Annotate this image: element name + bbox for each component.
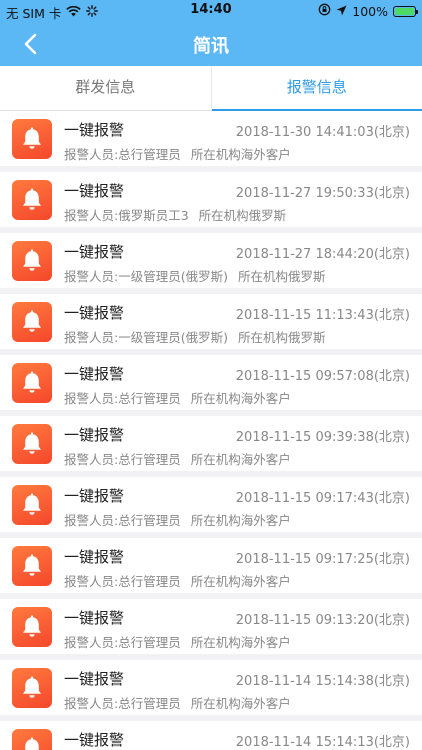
alarm-reporter: 报警人员:总行管理员 (64, 574, 181, 589)
alarm-details: 报警人员:一级管理员(俄罗斯) 所在机构俄罗斯 (64, 266, 325, 285)
status-bar: 无 SIM 卡 14:40 100% (0, 0, 422, 22)
alarm-time: 2018-11-15 09:57:08(北京) (235, 369, 410, 384)
alarm-list-item[interactable]: 一键报警 2018-11-15 09:39:38(北京) 报警人员:总行管理员 所在机… (0, 416, 422, 471)
alarm-list: 一键报警 2018-11-30 14:41:03(北京) 报警人员:总行管理员 所在机… (0, 111, 422, 750)
alarm-bell-icon (12, 729, 52, 750)
alarm-bell-icon (12, 241, 52, 281)
alarm-reporter: 报警人员:总行管理员 (64, 452, 181, 467)
alarm-title: 一键报警 (64, 182, 125, 200)
alarm-organization: 所在机构俄罗斯 (198, 208, 287, 223)
alarm-list-item[interactable]: 一键报警 2018-11-15 09:17:25(北京) 报警人员:总行管理员 所在机… (0, 538, 422, 593)
alarm-time: 2018-11-14 15:14:38(北京) (235, 674, 410, 689)
alarm-list-item[interactable]: 一键报警 2018-11-15 09:17:43(北京) 报警人员:总行管理员 所在机… (0, 477, 422, 532)
alarm-organization: 所在机构海外客户 (190, 513, 291, 528)
alarm-bell-icon (12, 302, 52, 342)
alarm-title: 一键报警 (64, 426, 125, 444)
alarm-time: 2018-11-27 18:44:20(北京) (235, 247, 410, 262)
alarm-details: 报警人员:总行管理员 所在机构海外客户 (64, 693, 291, 712)
alarm-organization: 所在机构海外客户 (190, 696, 291, 711)
alarm-time: 2018-11-14 15:14:13(北京) (235, 735, 410, 750)
alarm-details: 报警人员:一级管理员(俄罗斯) 所在机构俄罗斯 (64, 327, 325, 346)
battery-fill (395, 7, 414, 15)
alarm-details: 报警人员:总行管理员 所在机构海外客户 (64, 510, 291, 529)
alarm-details: 报警人员:总行管理员 所在机构海外客户 (64, 571, 291, 590)
location-arrow-icon (336, 4, 347, 19)
alarm-title: 一键报警 (64, 609, 125, 627)
alarm-reporter: 报警人员:总行管理员 (64, 391, 181, 406)
alarm-list-item[interactable]: 一键报警 2018-11-15 11:13:43(北京) 报警人员:一级管理员(俄罗… (0, 294, 422, 349)
alarm-list-item[interactable]: 一键报警 2018-11-14 15:14:38(北京) 报警人员:总行管理员 所在机… (0, 660, 422, 715)
alarm-reporter: 报警人员:一级管理员(俄罗斯) (64, 330, 228, 345)
alarm-reporter: 报警人员:一级管理员(俄罗斯) (64, 269, 228, 284)
alarm-bell-icon (12, 424, 52, 464)
alarm-list-item[interactable]: 一键报警2018-11-14 15:14:13(北京)报警人员:总行管理员所在机… (0, 721, 422, 750)
back-button[interactable] (14, 28, 46, 60)
alarm-organization: 所在机构海外客户 (190, 452, 291, 467)
alarm-title: 一键报警 (64, 731, 125, 749)
app-screen: 无 SIM 卡 14:40 100% 简讯 群发信息 报警信息 一键报警 201… (0, 0, 422, 750)
page-title: 简讯 (193, 36, 229, 57)
alarm-title: 一键报警 (64, 243, 125, 261)
tab-alarm-messages[interactable]: 报警信息 (210, 66, 422, 111)
battery-icon (393, 5, 418, 17)
alarm-time: 2018-11-27 19:50:33(北京) (235, 186, 410, 201)
battery-percent: 100% (352, 3, 388, 19)
alarm-organization: 所在机构海外客户 (190, 574, 291, 589)
alarm-title: 一键报警 (64, 548, 125, 566)
alarm-details: 报警人员:总行管理员 所在机构海外客户 (64, 449, 291, 468)
alarm-details: 报警人员:总行管理员 所在机构海外客户 (64, 388, 291, 407)
alarm-title: 一键报警 (64, 365, 125, 383)
orientation-lock-icon (318, 3, 331, 19)
alarm-time: 2018-11-30 14:41:03(北京) (235, 125, 410, 140)
alarm-bell-icon (12, 546, 52, 586)
alarm-title: 一键报警 (64, 670, 125, 688)
alarm-details: 报警人员:总行管理员 所在机构海外客户 (64, 144, 291, 163)
alarm-organization: 所在机构俄罗斯 (237, 330, 326, 345)
alarm-organization: 所在机构海外客户 (190, 391, 291, 406)
alarm-reporter: 报警人员:总行管理员 (64, 147, 181, 162)
alarm-bell-icon (12, 363, 52, 403)
alarm-list-item[interactable]: 一键报警 2018-11-15 09:57:08(北京) 报警人员:总行管理员 所在机… (0, 355, 422, 410)
alarm-list-item[interactable]: 一键报警 2018-11-30 14:41:03(北京) 报警人员:总行管理员 所在机… (0, 111, 422, 166)
tab-group-messages[interactable]: 群发信息 (0, 66, 211, 110)
alarm-reporter: 报警人员:总行管理员 (64, 696, 181, 711)
alarm-time: 2018-11-15 11:13:43(北京) (235, 308, 410, 323)
alarm-bell-icon (12, 607, 52, 647)
alarm-time: 2018-11-15 09:39:38(北京) (235, 430, 410, 445)
alarm-time: 2018-11-15 09:17:43(北京) (235, 491, 410, 506)
alarm-organization: 所在机构海外客户 (190, 147, 291, 162)
header: 无 SIM 卡 14:40 100% 简讯 (0, 0, 422, 66)
alarm-time: 2018-11-15 09:17:25(北京) (235, 552, 410, 567)
navbar: 简讯 (0, 22, 422, 66)
alarm-title: 一键报警 (64, 487, 125, 505)
alarm-details: 报警人员:总行管理员 所在机构海外客户 (64, 632, 291, 651)
alarm-reporter: 报警人员:总行管理员 (64, 635, 181, 650)
status-right: 100% (318, 3, 418, 19)
alarm-reporter: 报警人员:总行管理员 (64, 513, 181, 528)
alarm-list-item[interactable]: 一键报警 2018-11-15 09:13:20(北京) 报警人员:总行管理员 所在机… (0, 599, 422, 654)
alarm-bell-icon (12, 485, 52, 525)
alarm-details: 报警人员:俄罗斯员工3 所在机构俄罗斯 (64, 205, 286, 224)
alarm-reporter: 报警人员:俄罗斯员工3 (64, 208, 189, 223)
tab-bar: 群发信息 报警信息 (0, 66, 422, 111)
chevron-left-icon (24, 33, 37, 55)
alarm-bell-icon (12, 668, 52, 708)
alarm-organization: 所在机构俄罗斯 (237, 269, 326, 284)
alarm-bell-icon (12, 180, 52, 220)
alarm-time: 2018-11-15 09:13:20(北京) (235, 613, 410, 628)
alarm-bell-icon (12, 119, 52, 159)
alarm-title: 一键报警 (64, 121, 125, 139)
alarm-organization: 所在机构海外客户 (190, 635, 291, 650)
alarm-list-item[interactable]: 一键报警 2018-11-27 19:50:33(北京) 报警人员:俄罗斯员工3 所在… (0, 172, 422, 227)
alarm-list-item[interactable]: 一键报警 2018-11-27 18:44:20(北京) 报警人员:一级管理员(俄罗… (0, 233, 422, 288)
alarm-title: 一键报警 (64, 304, 125, 322)
